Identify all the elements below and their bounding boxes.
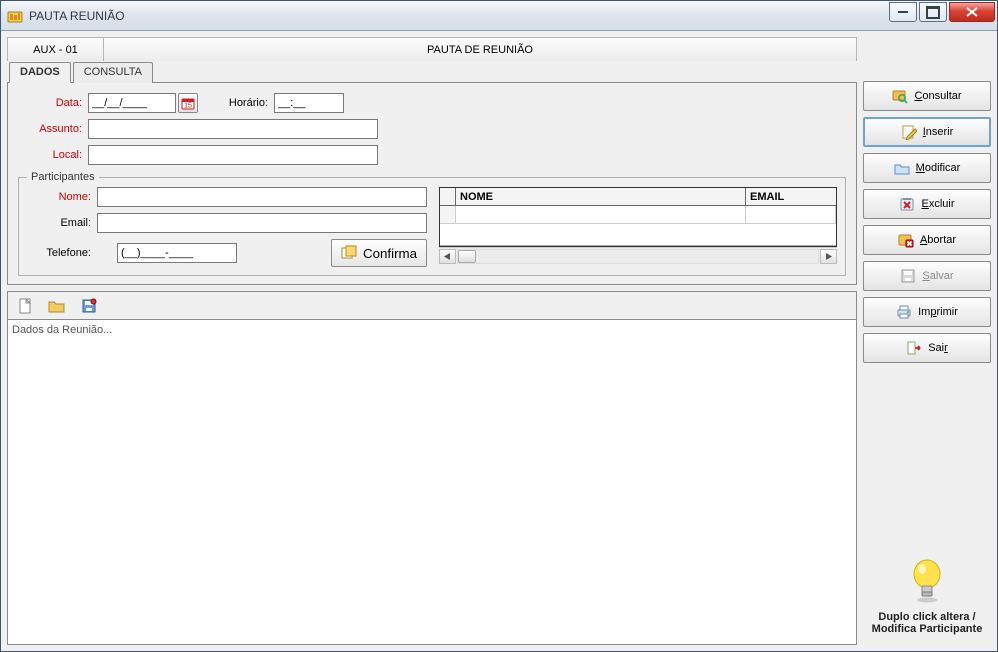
scroll-thumb[interactable] xyxy=(458,250,476,263)
window-buttons xyxy=(887,2,995,22)
horario-field[interactable] xyxy=(274,93,344,113)
maximize-button[interactable] xyxy=(919,2,947,22)
participantes-fieldset: Participantes Nome: Email: xyxy=(18,171,846,276)
abort-icon xyxy=(898,232,914,248)
hint-line2: Modifica Participante xyxy=(872,623,983,635)
assunto-label: Assunto: xyxy=(18,123,82,135)
nome-field[interactable] xyxy=(97,187,427,207)
header-aux: AUX - 01 xyxy=(8,38,104,61)
exit-icon xyxy=(906,340,922,356)
open-doc-button[interactable] xyxy=(46,296,68,316)
data-field[interactable] xyxy=(88,93,176,113)
search-icon xyxy=(892,88,908,104)
confirma-label: Confirma xyxy=(363,246,417,261)
horario-label: Horário: xyxy=(198,97,268,109)
app-icon xyxy=(7,8,23,24)
app-window: PAUTA REUNIÃO AUX - 01 PAUTA DE REUNIÃO … xyxy=(0,0,998,652)
excluir-button[interactable]: Excluir xyxy=(863,189,991,219)
save-doc-button[interactable] xyxy=(78,296,100,316)
save-icon xyxy=(900,268,916,284)
scroll-track[interactable] xyxy=(457,249,819,264)
email-label: Email: xyxy=(27,217,91,229)
minimize-button[interactable] xyxy=(889,2,917,22)
delete-icon xyxy=(899,196,915,212)
local-field[interactable] xyxy=(88,145,378,165)
editor[interactable]: Dados da Reunião... xyxy=(7,319,857,645)
hint-box: Duplo click altera / Modifica Participan… xyxy=(863,552,991,643)
editor-toolbar xyxy=(7,291,857,319)
sidebar: CConsultaronsultar Inserir Modificar Exc… xyxy=(863,37,991,645)
telefone-field[interactable] xyxy=(117,243,237,263)
tabstrip: DADOS CONSULTA xyxy=(7,61,857,83)
nome-label: Nome: xyxy=(27,191,91,203)
edit-icon xyxy=(901,124,917,140)
titlebar: PAUTA REUNIÃO xyxy=(1,1,997,31)
consultar-button[interactable]: CConsultaronsultar xyxy=(863,81,991,111)
telefone-label: Telefone: xyxy=(27,247,91,259)
salvar-button[interactable]: Salvar xyxy=(863,261,991,291)
close-button[interactable] xyxy=(949,2,995,22)
header-strip: AUX - 01 PAUTA DE REUNIÃO xyxy=(7,37,857,61)
confirma-button[interactable]: Confirma xyxy=(331,239,427,267)
local-label: Local: xyxy=(18,149,82,161)
inserir-button[interactable]: Inserir xyxy=(863,117,991,147)
new-doc-button[interactable] xyxy=(14,296,36,316)
modificar-button[interactable]: Modificar xyxy=(863,153,991,183)
svg-text:15: 15 xyxy=(184,103,192,110)
imprimir-button[interactable]: Imprimir xyxy=(863,297,991,327)
window-title: PAUTA REUNIÃO xyxy=(29,9,887,23)
participantes-legend: Participantes xyxy=(27,171,99,183)
header-title: PAUTA DE REUNIÃO xyxy=(104,38,856,61)
tab-consulta[interactable]: CONSULTA xyxy=(73,62,153,83)
assunto-field[interactable] xyxy=(88,119,378,139)
grid-col-nome[interactable]: NOME xyxy=(456,188,746,205)
print-icon xyxy=(896,304,912,320)
sair-button[interactable]: Sair xyxy=(863,333,991,363)
grid-body[interactable] xyxy=(440,206,836,246)
email-field[interactable] xyxy=(97,213,427,233)
form-area: Data: 15 Horário: Assunto: Local: xyxy=(7,83,857,285)
confirma-icon xyxy=(341,245,357,261)
main-panel: AUX - 01 PAUTA DE REUNIÃO DADOS CONSULTA… xyxy=(7,37,857,645)
data-label: Data: xyxy=(18,97,82,109)
lightbulb-icon xyxy=(867,556,987,607)
grid-scrollbar[interactable] xyxy=(439,247,837,264)
scroll-left-icon[interactable] xyxy=(439,249,456,264)
scroll-right-icon[interactable] xyxy=(820,249,837,264)
client-area: AUX - 01 PAUTA DE REUNIÃO DADOS CONSULTA… xyxy=(1,31,997,651)
grid-header: NOME EMAIL xyxy=(440,188,836,206)
folder-open-icon xyxy=(894,160,910,176)
participantes-grid[interactable]: NOME EMAIL xyxy=(439,187,837,247)
calendar-button[interactable]: 15 xyxy=(178,93,198,113)
hint-line1: Duplo click altera / xyxy=(878,611,975,623)
tab-dados[interactable]: DADOS xyxy=(9,62,71,83)
abortar-button[interactable]: Abortar xyxy=(863,225,991,255)
grid-col-email[interactable]: EMAIL xyxy=(746,188,836,205)
